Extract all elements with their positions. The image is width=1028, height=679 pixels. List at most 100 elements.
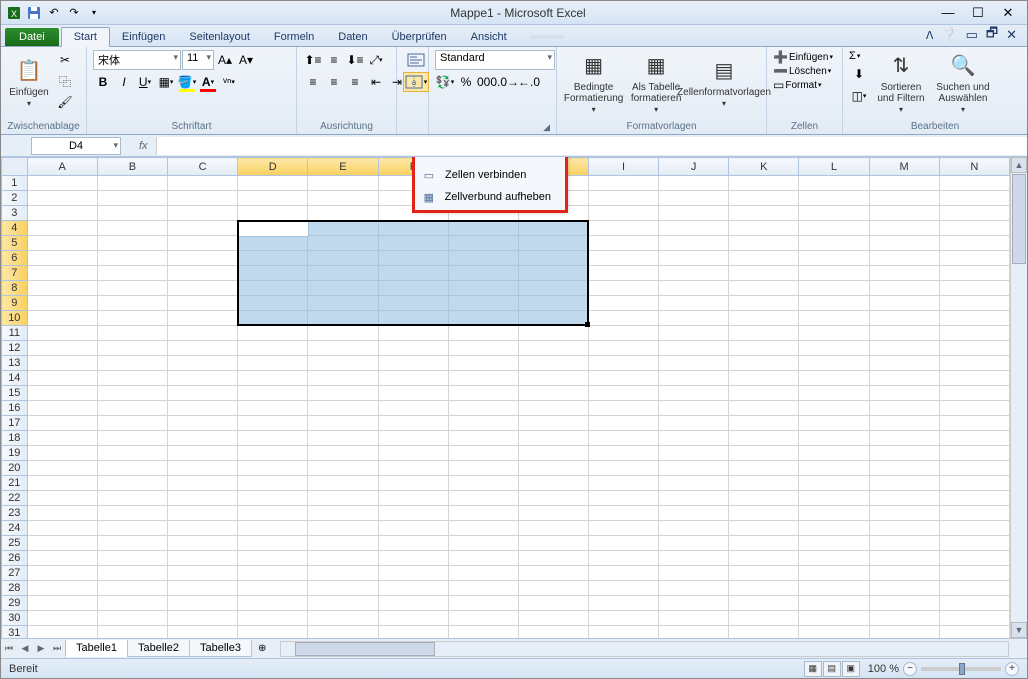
- cell-E25[interactable]: [308, 536, 378, 551]
- cell-N1[interactable]: [939, 176, 1009, 191]
- cell-B12[interactable]: [97, 341, 167, 356]
- menu-unmerge-cells[interactable]: ▦Zellverbund aufheben: [417, 186, 563, 208]
- row-header-27[interactable]: 27: [2, 566, 28, 581]
- formula-input[interactable]: [156, 137, 1027, 155]
- cell-K23[interactable]: [729, 506, 799, 521]
- conditional-formatting-button[interactable]: ▦Bedingte Formatierung▾: [563, 50, 624, 116]
- cell-H11[interactable]: [518, 326, 588, 341]
- file-tab[interactable]: Datei: [5, 28, 59, 46]
- cell-J13[interactable]: [659, 356, 729, 371]
- tab-pagelayout[interactable]: Seitenlayout: [177, 28, 262, 46]
- cell-I20[interactable]: [589, 461, 659, 476]
- cell-G24[interactable]: [448, 521, 518, 536]
- cell-F23[interactable]: [378, 506, 448, 521]
- cell-F30[interactable]: [378, 611, 448, 626]
- cell-I25[interactable]: [589, 536, 659, 551]
- cell-K11[interactable]: [729, 326, 799, 341]
- cell-L22[interactable]: [799, 491, 869, 506]
- cell-E3[interactable]: [308, 206, 378, 221]
- cell-F13[interactable]: [378, 356, 448, 371]
- row-header-8[interactable]: 8: [2, 281, 28, 296]
- cell-B11[interactable]: [97, 326, 167, 341]
- cell-J11[interactable]: [659, 326, 729, 341]
- cell-M9[interactable]: [869, 296, 939, 311]
- cell-J19[interactable]: [659, 446, 729, 461]
- decrease-decimal-icon[interactable]: ←.0: [519, 72, 539, 92]
- cell-A23[interactable]: [27, 506, 97, 521]
- cell-G21[interactable]: [448, 476, 518, 491]
- cell-H16[interactable]: [518, 401, 588, 416]
- cell-E5[interactable]: [308, 236, 378, 251]
- cell-H28[interactable]: [518, 581, 588, 596]
- col-header-D[interactable]: D: [238, 158, 308, 176]
- cell-L25[interactable]: [799, 536, 869, 551]
- cell-D2[interactable]: [238, 191, 308, 206]
- cell-M28[interactable]: [869, 581, 939, 596]
- cell-H29[interactable]: [518, 596, 588, 611]
- cell-F29[interactable]: [378, 596, 448, 611]
- align-top-icon[interactable]: ⬆≡: [303, 50, 323, 70]
- cell-N10[interactable]: [939, 311, 1009, 326]
- cell-L7[interactable]: [799, 266, 869, 281]
- cell-K25[interactable]: [729, 536, 799, 551]
- cell-A26[interactable]: [27, 551, 97, 566]
- cell-L20[interactable]: [799, 461, 869, 476]
- cell-B1[interactable]: [97, 176, 167, 191]
- row-header-4[interactable]: 4: [2, 221, 28, 236]
- cell-B20[interactable]: [97, 461, 167, 476]
- cell-E12[interactable]: [308, 341, 378, 356]
- col-header-J[interactable]: J: [659, 158, 729, 176]
- cell-G13[interactable]: [448, 356, 518, 371]
- sheet-prev-icon[interactable]: ◀: [17, 640, 33, 658]
- cell-F31[interactable]: [378, 626, 448, 639]
- cell-B22[interactable]: [97, 491, 167, 506]
- cell-E30[interactable]: [308, 611, 378, 626]
- row-header-20[interactable]: 20: [2, 461, 28, 476]
- col-header-A[interactable]: A: [27, 158, 97, 176]
- cell-E22[interactable]: [308, 491, 378, 506]
- cell-F18[interactable]: [378, 431, 448, 446]
- row-header-22[interactable]: 22: [2, 491, 28, 506]
- cell-D28[interactable]: [238, 581, 308, 596]
- cell-J5[interactable]: [659, 236, 729, 251]
- cell-I14[interactable]: [589, 371, 659, 386]
- row-header-12[interactable]: 12: [2, 341, 28, 356]
- cell-B4[interactable]: [97, 221, 167, 236]
- cell-L19[interactable]: [799, 446, 869, 461]
- italic-button[interactable]: I: [114, 72, 134, 92]
- close-button[interactable]: ✕: [993, 3, 1023, 23]
- cell-G29[interactable]: [448, 596, 518, 611]
- cell-I7[interactable]: [589, 266, 659, 281]
- cell-L6[interactable]: [799, 251, 869, 266]
- cell-B18[interactable]: [97, 431, 167, 446]
- cell-L21[interactable]: [799, 476, 869, 491]
- cell-K17[interactable]: [729, 416, 799, 431]
- align-right-icon[interactable]: ≡: [345, 72, 365, 92]
- row-header-28[interactable]: 28: [2, 581, 28, 596]
- cell-I4[interactable]: [589, 221, 659, 236]
- cell-E11[interactable]: [308, 326, 378, 341]
- cell-N27[interactable]: [939, 566, 1009, 581]
- cell-C12[interactable]: [167, 341, 237, 356]
- cell-B9[interactable]: [97, 296, 167, 311]
- undo-icon[interactable]: ↶: [45, 4, 63, 22]
- cell-B26[interactable]: [97, 551, 167, 566]
- cell-J21[interactable]: [659, 476, 729, 491]
- minimize-ribbon-icon[interactable]: ᐱ: [926, 29, 934, 42]
- cell-C11[interactable]: [167, 326, 237, 341]
- cell-D3[interactable]: [238, 206, 308, 221]
- cell-A25[interactable]: [27, 536, 97, 551]
- cell-A12[interactable]: [27, 341, 97, 356]
- tab-extra[interactable]: ———: [519, 28, 576, 46]
- cell-H9[interactable]: [518, 296, 588, 311]
- cell-N26[interactable]: [939, 551, 1009, 566]
- cell-N9[interactable]: [939, 296, 1009, 311]
- cell-J1[interactable]: [659, 176, 729, 191]
- cell-H12[interactable]: [518, 341, 588, 356]
- cell-K14[interactable]: [729, 371, 799, 386]
- cell-G23[interactable]: [448, 506, 518, 521]
- cell-N23[interactable]: [939, 506, 1009, 521]
- cell-F25[interactable]: [378, 536, 448, 551]
- row-header-25[interactable]: 25: [2, 536, 28, 551]
- cell-E13[interactable]: [308, 356, 378, 371]
